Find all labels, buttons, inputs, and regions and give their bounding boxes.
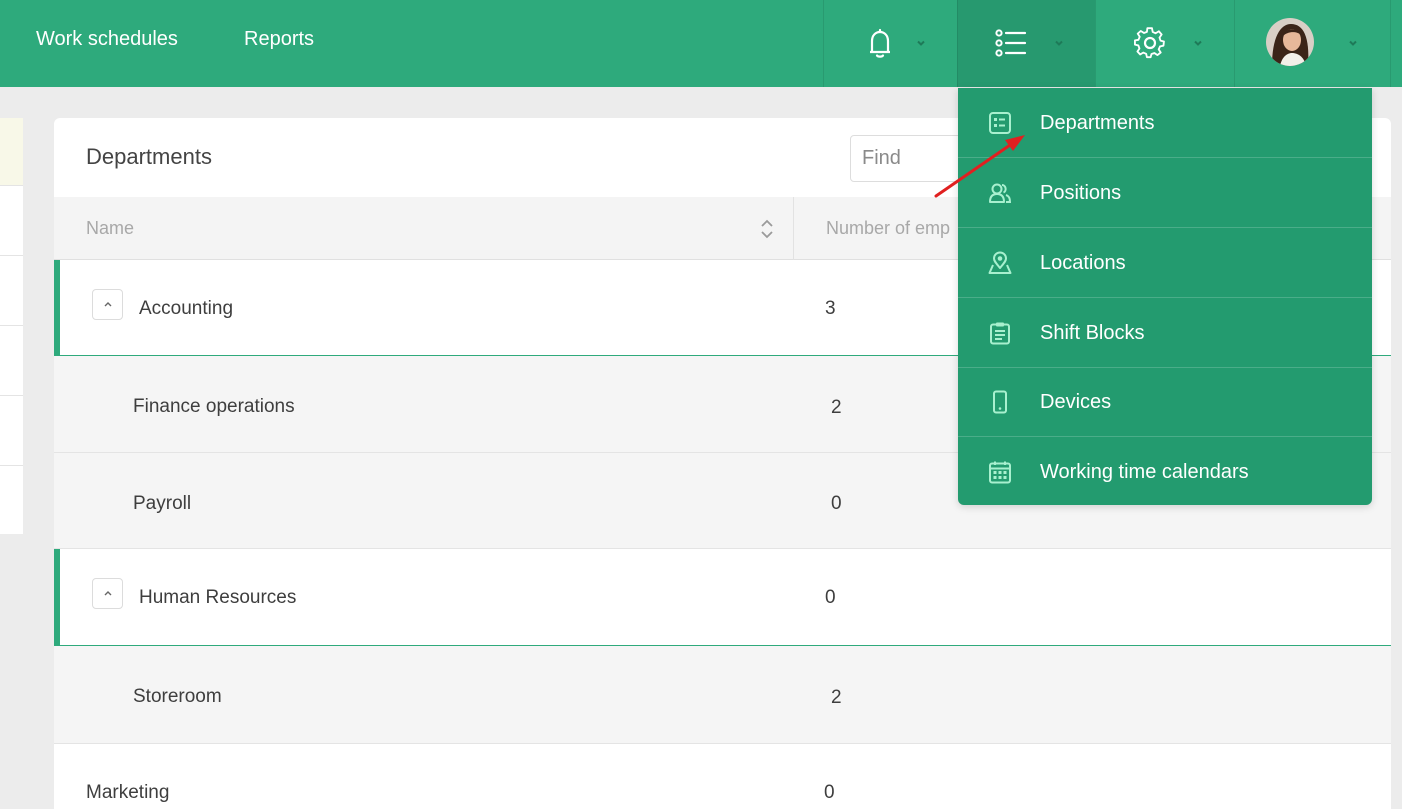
menu-item-label: Departments	[1040, 112, 1155, 134]
table-row[interactable]: Storeroom 2	[54, 646, 1391, 744]
employee-count: 0	[824, 782, 835, 803]
employee-count: 0	[825, 587, 836, 608]
clipboard-icon	[990, 322, 1010, 345]
column-header-employees[interactable]: Number of emp	[826, 218, 950, 239]
notifications-menu[interactable]	[823, 0, 957, 87]
side-panel-row	[0, 396, 23, 466]
page-title: Departments	[86, 144, 212, 169]
employee-count: 0	[831, 493, 842, 514]
menu-item-departments[interactable]: Departments	[958, 88, 1372, 158]
location-icon	[988, 251, 1012, 274]
calendar-icon	[989, 461, 1011, 484]
settings-menu[interactable]	[1095, 0, 1234, 87]
employee-count: 2	[831, 687, 842, 708]
employee-count: 2	[831, 397, 842, 418]
side-panel-row	[0, 256, 23, 326]
side-panel-header	[0, 118, 23, 186]
user-menu[interactable]	[1234, 0, 1391, 87]
chevron-down-icon	[1055, 40, 1063, 46]
chevron-up-icon	[104, 302, 112, 307]
menu-item-devices[interactable]: Devices	[958, 367, 1372, 437]
sort-icon[interactable]	[758, 217, 776, 241]
gear-icon	[1134, 27, 1165, 59]
department-name: Storeroom	[133, 686, 222, 707]
chevron-up-icon	[104, 591, 112, 596]
side-panel-row	[0, 186, 23, 256]
menu-item-label: Positions	[1040, 182, 1122, 204]
top-navigation-bar: Work schedules Reports	[0, 0, 1402, 87]
side-panel-edge	[0, 118, 23, 534]
nav-work-schedules[interactable]: Work schedules	[36, 28, 178, 51]
department-name: Accounting	[139, 298, 234, 319]
column-header-name[interactable]: Name	[86, 218, 134, 239]
table-row[interactable]: Human Resources 0	[54, 549, 1391, 646]
lists-menu[interactable]	[957, 0, 1095, 87]
collapse-toggle[interactable]	[92, 578, 123, 609]
list-menu-icon	[995, 29, 1027, 57]
user-avatar	[1266, 18, 1314, 66]
nav-reports[interactable]: Reports	[244, 28, 314, 51]
menu-item-label: Locations	[1040, 252, 1126, 274]
lists-dropdown-menu: Departments Positions Locations Shift Bl…	[958, 88, 1372, 505]
chevron-down-icon	[1349, 40, 1357, 46]
column-divider	[793, 197, 794, 260]
collapse-toggle[interactable]	[92, 289, 123, 320]
department-name: Marketing	[86, 782, 170, 803]
menu-item-positions[interactable]: Positions	[958, 158, 1372, 228]
table-row[interactable]: Marketing 0	[54, 744, 1391, 809]
department-name: Payroll	[133, 493, 192, 514]
menu-item-shift-blocks[interactable]: Shift Blocks	[958, 298, 1372, 368]
employee-count: 3	[825, 298, 836, 319]
menu-item-label: Working time calendars	[1040, 461, 1249, 483]
menu-item-locations[interactable]: Locations	[958, 228, 1372, 298]
bell-icon	[870, 28, 890, 58]
chevron-down-icon	[917, 40, 925, 46]
departments-icon	[989, 112, 1011, 134]
menu-item-label: Devices	[1040, 391, 1112, 413]
side-panel-row	[0, 326, 23, 396]
department-name: Human Resources	[139, 587, 297, 608]
department-name: Finance operations	[133, 396, 295, 417]
menu-item-label: Shift Blocks	[1040, 322, 1145, 344]
chevron-down-icon	[1194, 40, 1202, 46]
menu-item-working-time-calendars[interactable]: Working time calendars	[958, 437, 1372, 507]
positions-icon	[989, 183, 1012, 203]
mobile-device-icon	[993, 390, 1007, 414]
